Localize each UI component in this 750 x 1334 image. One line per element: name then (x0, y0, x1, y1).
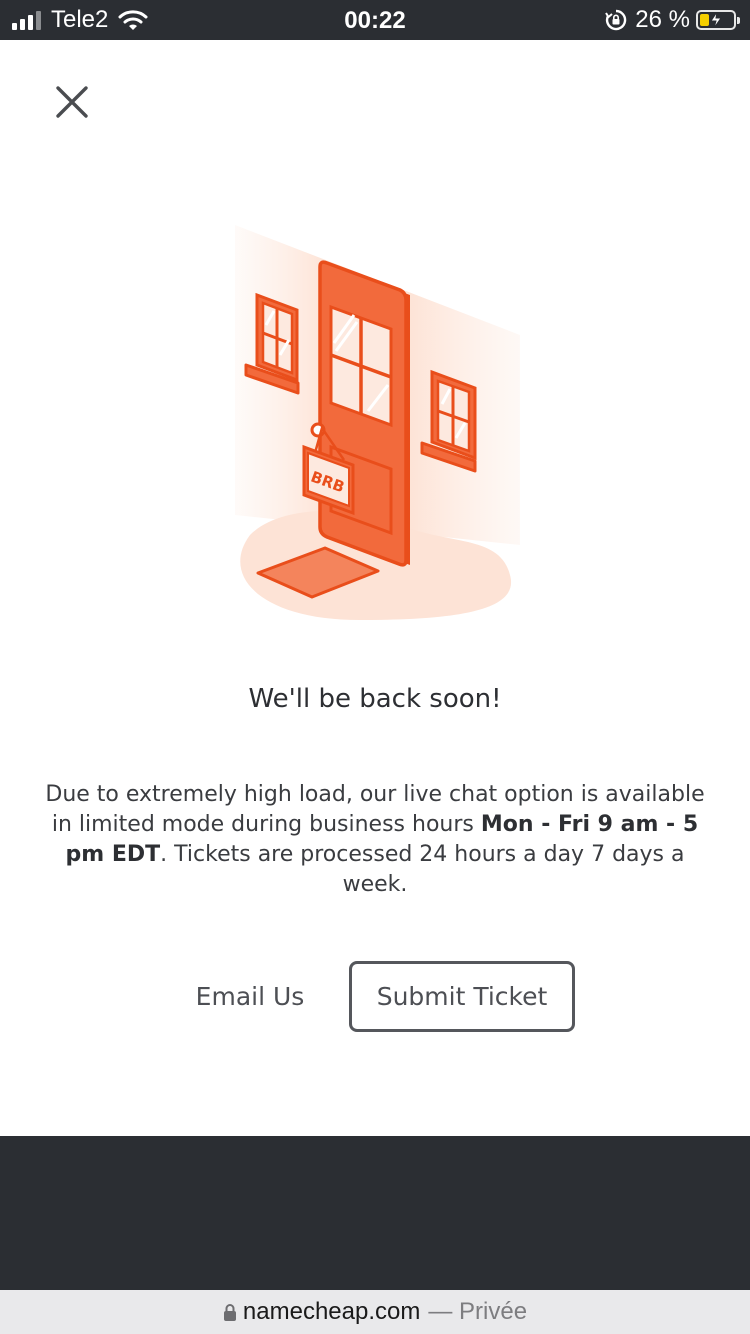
email-us-link[interactable]: Email Us (175, 962, 325, 1032)
close-button[interactable] (50, 80, 94, 124)
page-footer (0, 1136, 750, 1290)
availability-message: Due to extremely high load, our live cha… (45, 780, 705, 900)
submit-ticket-button[interactable]: Submit Ticket (349, 961, 575, 1032)
message-part-2: . Tickets are processed 24 hours a day 7… (160, 842, 685, 897)
lock-icon (223, 1304, 236, 1321)
battery-percent: 26 % (635, 6, 690, 33)
headline: We'll be back soon! (248, 684, 502, 714)
status-bar: Tele2 00:22 26 % (0, 0, 750, 40)
browser-address-bar[interactable]: namecheap.com — Privée (0, 1290, 750, 1334)
battery-charging-icon (696, 10, 740, 30)
url-domain: namecheap.com (242, 1298, 421, 1325)
rotation-lock-icon (605, 9, 627, 31)
close-icon (56, 86, 88, 118)
private-mode-label: — Privée (428, 1298, 528, 1325)
brb-door-illustration: BRB (235, 225, 520, 620)
